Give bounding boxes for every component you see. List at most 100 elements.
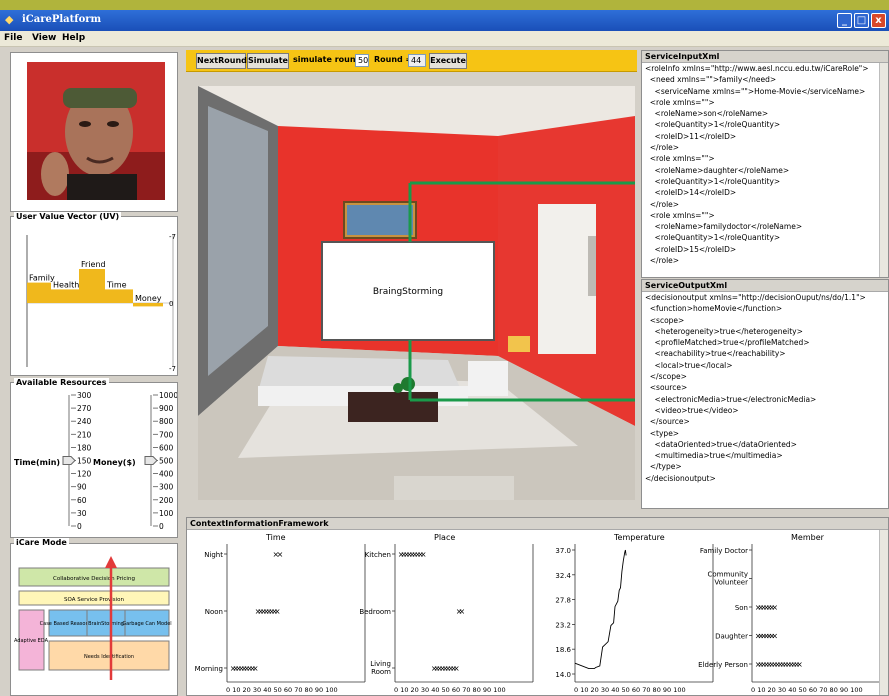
category-label: Volunteer [714, 579, 748, 587]
menu-help[interactable]: Help [62, 33, 85, 43]
uv-bar [79, 269, 105, 303]
minimize-button[interactable]: _ [837, 13, 852, 28]
service-output-line: <video>true</video> [645, 405, 739, 415]
mode-title: iCare Mode [14, 538, 69, 547]
service-input-line: <roleQuantity>1</roleQuantity> [645, 176, 781, 186]
category-label: Room [371, 668, 391, 676]
scatter-point: × [796, 660, 803, 669]
y-tick-label: 27.8 [555, 597, 571, 605]
uv-bar [133, 303, 163, 307]
layer-soa: SOA Service Provision [64, 597, 125, 603]
service-input-line: <roleName>son</roleName> [645, 109, 769, 119]
category-label: Family Doctor [700, 547, 748, 555]
money-tick: 200 [159, 496, 174, 505]
chart-title: Time [265, 533, 286, 542]
simulate-round-input[interactable]: 50 [355, 54, 369, 67]
uv-tick-bottom: -7 [169, 365, 176, 373]
time-tick: 210 [77, 430, 92, 439]
money-tick: 1000 [159, 391, 177, 400]
uv-bar-label: Money [135, 294, 162, 303]
time-tick: 90 [77, 483, 87, 492]
y-tick-label: 23.2 [555, 621, 571, 629]
service-input-content[interactable]: <roleInfo xmlns="http://www.aesl.nccu.ed… [642, 63, 888, 266]
category-label: Living [370, 660, 391, 668]
service-output-line: <local>true</local> [645, 360, 733, 370]
uv-title: User Value Vector (UV) [14, 212, 122, 221]
service-output-line: <multimedia>true</multimedia> [645, 451, 783, 461]
top-strip [0, 0, 889, 10]
money-tick: 500 [159, 457, 174, 466]
service-input-line: <serviceName xmlns="">Home-Movie</servic… [645, 86, 866, 96]
close-button[interactable]: x [871, 13, 886, 28]
service-output-panel: ServiceOutputXml <decisionoutput xmlns="… [641, 279, 889, 509]
scatter-point: × [458, 607, 465, 616]
execute-button[interactable]: Execute [429, 53, 467, 69]
y-tick-label: 32.4 [555, 572, 571, 580]
time-tick: 300 [77, 391, 92, 400]
x-tick-labels: 0 10 20 30 40 50 60 70 80 90 100 [751, 686, 863, 694]
user-photo [27, 62, 165, 200]
money-label: Money($) [93, 458, 136, 467]
category-label: Kitchen [365, 551, 391, 559]
service-output-line: <reachability>true</reachability> [645, 349, 786, 359]
context-framework-panel: ContextInformationFramework Time 0 10 20 … [186, 517, 889, 696]
service-input-line: <role xmlns=""> [645, 210, 715, 220]
y-tick-label: 18.6 [555, 646, 571, 654]
scatter-point: × [771, 632, 778, 641]
category-label: Noon [205, 608, 223, 616]
x-tick-labels: 0 10 20 30 40 50 60 70 80 90 100 [226, 686, 338, 694]
icare-mode-diagram: Collaborative Decision Pricing SOA Servi… [14, 556, 172, 680]
simulate-button[interactable]: Simulate [247, 53, 289, 69]
money-tick: 800 [159, 417, 174, 426]
time-tick: 150 [77, 457, 92, 466]
context-scrollbar[interactable] [879, 530, 888, 695]
round-value: 44 [408, 54, 426, 67]
service-input-line: <roleQuantity>1</roleQuantity> [645, 233, 781, 243]
scatter-point: × [420, 550, 427, 559]
time-tick: 0 [77, 522, 82, 531]
uv-tick-top: -7 [169, 233, 176, 241]
uv-bar [105, 289, 133, 303]
service-output-line: <scope> [645, 315, 685, 325]
service-output-line: <profileMatched>true</profileMatched> [645, 338, 810, 348]
money-thumb[interactable] [144, 456, 158, 465]
uv-bar-label: Friend [81, 260, 106, 269]
y-tick-label: 14.0 [555, 671, 571, 679]
service-output-line: </scope> [645, 372, 687, 382]
living-room-scene: BraingStorming [198, 86, 635, 500]
time-tick: 240 [77, 417, 92, 426]
uv-bar-label: Health [53, 280, 79, 289]
user-photo-panel [10, 52, 178, 212]
service-output-line: <dataOriented>true</dataOriented> [645, 439, 797, 449]
service-output-line: </decisionoutput> [645, 473, 716, 483]
context-title: ContextInformationFramework [187, 518, 888, 530]
uv-bar [51, 289, 79, 303]
service-input-line: <roleName>daughter</roleName> [645, 165, 790, 175]
maximize-button[interactable]: □ [854, 13, 869, 28]
title-bar: ◆ iCarePlatform _ □ x [0, 10, 889, 31]
service-input-line: <role xmlns=""> [645, 154, 715, 164]
menu-view[interactable]: View [32, 33, 56, 43]
service-output-line: </type> [645, 462, 682, 472]
time-tick: 270 [77, 404, 92, 413]
temperature-line [574, 549, 627, 670]
money-tick: 600 [159, 443, 174, 452]
service-input-line: </role> [645, 256, 680, 266]
uv-bar-label: Family [29, 274, 55, 283]
service-input-line: <roleID>15</roleID> [645, 244, 737, 254]
y-tick-label: 37.0 [555, 547, 571, 555]
service-input-line: <role xmlns=""> [645, 97, 715, 107]
time-label: Time(min) [14, 458, 61, 467]
time-tick: 30 [77, 509, 87, 518]
service-input-line: <roleInfo xmlns="http://www.aesl.nccu.ed… [645, 64, 869, 73]
menu-file[interactable]: File [4, 33, 22, 43]
time-thumb[interactable] [62, 456, 76, 465]
uv-tick-mid: 0 [169, 300, 173, 308]
service-output-line: <type> [645, 428, 680, 438]
next-round-button[interactable]: NextRound [196, 53, 247, 69]
context-charts: Time 0 10 20 30 40 50 60 70 80 90 100 Nigh… [195, 533, 888, 694]
service-input-scrollbar[interactable] [879, 63, 888, 277]
service-output-content[interactable]: <decisionoutput xmlns="http://decisionOu… [642, 292, 888, 484]
service-input-line: </role> [645, 143, 680, 153]
layer-needs: Needs Identification [84, 654, 134, 660]
